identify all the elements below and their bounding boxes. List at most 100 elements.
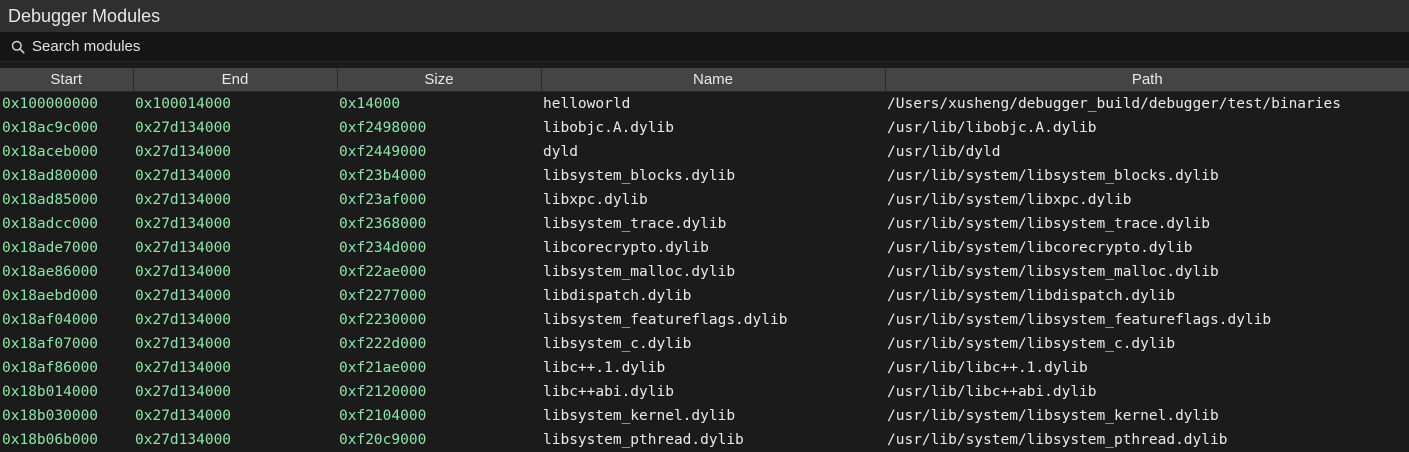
cell-path: /usr/lib/dyld: [885, 140, 1409, 164]
table-row[interactable]: 0x18af07000 0x27d134000 0xf222d000 libsyste…: [0, 332, 1409, 356]
cell-path: /usr/lib/system/libsystem_pthread.dylib: [885, 428, 1409, 452]
table-row[interactable]: 0x18adcc000 0x27d134000 0xf2368000 libsyste…: [0, 212, 1409, 236]
cell-end: 0x27d134000: [133, 404, 337, 428]
cell-end: 0x27d134000: [133, 428, 337, 452]
debugger-modules-panel: Debugger Modules Start End Size Name P: [0, 0, 1409, 452]
cell-name: libcorecrypto.dylib: [541, 236, 885, 260]
cell-start: 0x100000000: [0, 91, 133, 116]
cell-path: /Users/xusheng/debugger_build/debugger/t…: [885, 91, 1409, 116]
table-row[interactable]: 0x100000000 0x100014000 0x14000 helloworld /…: [0, 91, 1409, 116]
cell-start: 0x18aebd000: [0, 284, 133, 308]
cell-path: /usr/lib/system/libsystem_trace.dylib: [885, 212, 1409, 236]
cell-path: /usr/lib/system/libsystem_malloc.dylib: [885, 260, 1409, 284]
cell-start: 0x18ad85000: [0, 188, 133, 212]
cell-start: 0x18adcc000: [0, 212, 133, 236]
cell-name: libxpc.dylib: [541, 188, 885, 212]
cell-name: libsystem_blocks.dylib: [541, 164, 885, 188]
table-row[interactable]: 0x18af86000 0x27d134000 0xf21ae000 libc++.1…: [0, 356, 1409, 380]
cell-start: 0x18af04000: [0, 308, 133, 332]
cell-size: 0xf23af000: [337, 188, 541, 212]
cell-size: 0xf2449000: [337, 140, 541, 164]
column-header-start[interactable]: Start: [0, 68, 134, 92]
column-header-size[interactable]: Size: [337, 68, 542, 92]
table-row[interactable]: 0x18b06b000 0x27d134000 0xf20c9000 libsyste…: [0, 428, 1409, 452]
cell-end: 0x27d134000: [133, 260, 337, 284]
cell-path: /usr/lib/system/libsystem_blocks.dylib: [885, 164, 1409, 188]
cell-path: /usr/lib/system/libsystem_featureflags.d…: [885, 308, 1409, 332]
cell-name: libsystem_malloc.dylib: [541, 260, 885, 284]
table-row[interactable]: 0x18ae86000 0x27d134000 0xf22ae000 libsyste…: [0, 260, 1409, 284]
cell-size: 0xf2498000: [337, 116, 541, 140]
modules-table: Start End Size Name Path 0x100000000 0x10…: [0, 68, 1409, 452]
cell-start: 0x18af07000: [0, 332, 133, 356]
cell-start: 0x18ac9c000: [0, 116, 133, 140]
cell-start: 0x18ad80000: [0, 164, 133, 188]
cell-name: libsystem_pthread.dylib: [541, 428, 885, 452]
cell-end: 0x27d134000: [133, 212, 337, 236]
cell-end: 0x27d134000: [133, 284, 337, 308]
cell-size: 0xf22ae000: [337, 260, 541, 284]
cell-end: 0x27d134000: [133, 140, 337, 164]
cell-end: 0x27d134000: [133, 188, 337, 212]
cell-end: 0x27d134000: [133, 380, 337, 404]
cell-end: 0x27d134000: [133, 356, 337, 380]
cell-size: 0xf2104000: [337, 404, 541, 428]
cell-name: libc++abi.dylib: [541, 380, 885, 404]
table-row[interactable]: 0x18aceb000 0x27d134000 0xf2449000 dyld/usr…: [0, 140, 1409, 164]
cell-path: /usr/lib/libc++.1.dylib: [885, 356, 1409, 380]
cell-end: 0x27d134000: [133, 164, 337, 188]
column-header-end[interactable]: End: [133, 68, 338, 92]
cell-size: 0xf234d000: [337, 236, 541, 260]
column-header-path[interactable]: Path: [885, 68, 1409, 92]
cell-path: /usr/lib/system/libsystem_kernel.dylib: [885, 404, 1409, 428]
cell-name: libobjc.A.dylib: [541, 116, 885, 140]
cell-end: 0x100014000: [133, 91, 337, 116]
cell-start: 0x18aceb000: [0, 140, 133, 164]
cell-path: /usr/lib/libc++abi.dylib: [885, 380, 1409, 404]
table-row[interactable]: 0x18b014000 0x27d134000 0xf2120000 libc++ab…: [0, 380, 1409, 404]
cell-end: 0x27d134000: [133, 116, 337, 140]
search-icon: [10, 39, 26, 55]
cell-size: 0xf222d000: [337, 332, 541, 356]
cell-name: helloworld: [541, 91, 885, 116]
cell-path: /usr/lib/system/libcorecrypto.dylib: [885, 236, 1409, 260]
cell-path: /usr/lib/libobjc.A.dylib: [885, 116, 1409, 140]
cell-start: 0x18b030000: [0, 404, 133, 428]
cell-name: libdispatch.dylib: [541, 284, 885, 308]
column-header-name[interactable]: Name: [541, 68, 886, 92]
cell-end: 0x27d134000: [133, 332, 337, 356]
cell-name: libsystem_featureflags.dylib: [541, 308, 885, 332]
cell-name: dyld: [541, 140, 885, 164]
cell-path: /usr/lib/system/libdispatch.dylib: [885, 284, 1409, 308]
table-row[interactable]: 0x18ad80000 0x27d134000 0xf23b4000 libsyste…: [0, 164, 1409, 188]
cell-size: 0xf2230000: [337, 308, 541, 332]
cell-name: libc++.1.dylib: [541, 356, 885, 380]
cell-path: /usr/lib/system/libxpc.dylib: [885, 188, 1409, 212]
cell-size: 0xf21ae000: [337, 356, 541, 380]
cell-size: 0xf20c9000: [337, 428, 541, 452]
cell-size: 0xf2120000: [337, 380, 541, 404]
cell-start: 0x18af86000: [0, 356, 133, 380]
cell-size: 0xf2277000: [337, 284, 541, 308]
cell-size: 0xf2368000: [337, 212, 541, 236]
table-row[interactable]: 0x18ac9c000 0x27d134000 0xf2498000 libobjc.…: [0, 116, 1409, 140]
cell-start: 0x18b06b000: [0, 428, 133, 452]
search-bar: [0, 32, 1409, 62]
table-row[interactable]: 0x18aebd000 0x27d134000 0xf2277000 libdispa…: [0, 284, 1409, 308]
table-row[interactable]: 0x18ad85000 0x27d134000 0xf23af000 libxpc.d…: [0, 188, 1409, 212]
table-row[interactable]: 0x18b030000 0x27d134000 0xf2104000 libsyste…: [0, 404, 1409, 428]
cell-start: 0x18ade7000: [0, 236, 133, 260]
cell-start: 0x18ae86000: [0, 260, 133, 284]
cell-path: /usr/lib/system/libsystem_c.dylib: [885, 332, 1409, 356]
cell-size: 0x14000: [337, 91, 541, 116]
cell-end: 0x27d134000: [133, 308, 337, 332]
cell-start: 0x18b014000: [0, 380, 133, 404]
cell-name: libsystem_kernel.dylib: [541, 404, 885, 428]
panel-titlebar: Debugger Modules: [0, 0, 1409, 32]
cell-name: libsystem_trace.dylib: [541, 212, 885, 236]
table-header-row: Start End Size Name Path: [0, 68, 1409, 92]
table-row[interactable]: 0x18ade7000 0x27d134000 0xf234d000 libcorec…: [0, 236, 1409, 260]
search-input[interactable]: [32, 35, 632, 58]
table-row[interactable]: 0x18af04000 0x27d134000 0xf2230000 libsyste…: [0, 308, 1409, 332]
cell-name: libsystem_c.dylib: [541, 332, 885, 356]
